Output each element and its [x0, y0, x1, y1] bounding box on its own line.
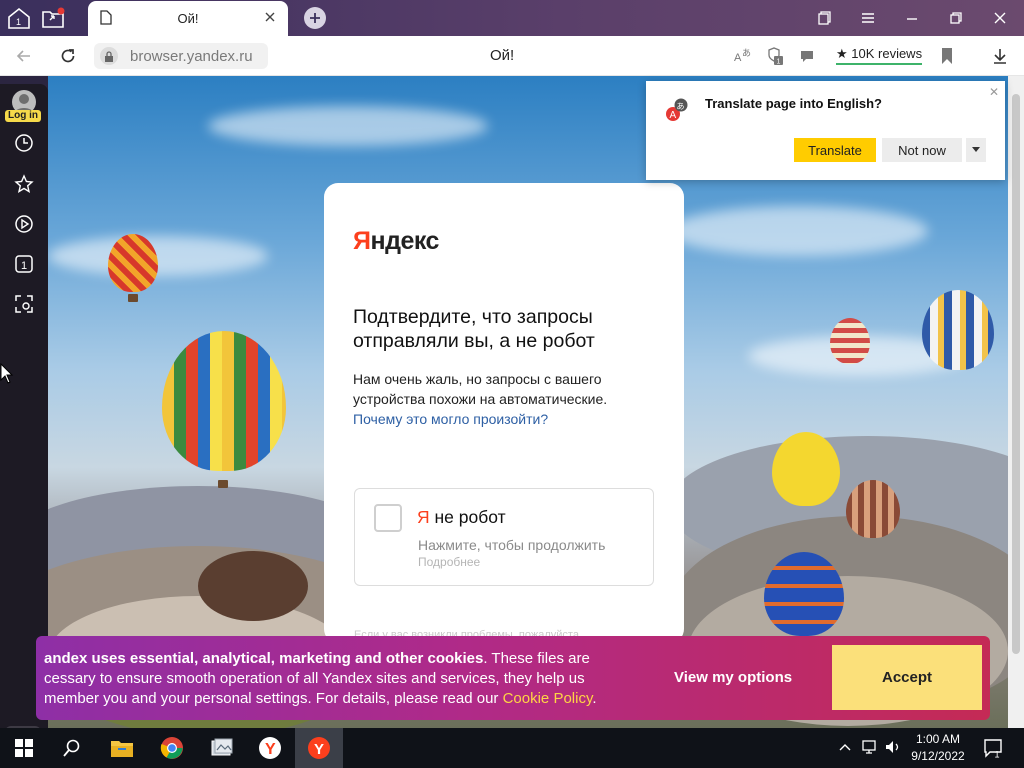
translate-options-button[interactable] — [966, 138, 986, 162]
file-explorer-icon[interactable] — [98, 728, 146, 768]
translate-button[interactable]: Translate — [794, 138, 876, 162]
balloon — [764, 552, 844, 636]
yandex-browser-icon[interactable]: Y — [295, 728, 343, 768]
tab-count-text: 1 — [21, 260, 27, 272]
chrome-icon[interactable] — [148, 728, 196, 768]
sidebar: Log in 1 — [0, 84, 48, 768]
photos-app-icon[interactable] — [198, 728, 246, 768]
svg-text:A: A — [734, 52, 742, 64]
bookmark-icon[interactable] — [936, 45, 958, 67]
not-robot-box[interactable]: Я не робот Нажмите, чтобы продолжить Под… — [354, 488, 654, 586]
translate-icon[interactable]: Aあ — [732, 45, 754, 67]
accept-button[interactable]: Accept — [832, 645, 982, 710]
svg-text:Y: Y — [265, 741, 276, 758]
tabs-count-icon[interactable]: 1 — [13, 253, 35, 275]
balloon — [108, 234, 158, 292]
svg-text:A: A — [670, 110, 677, 121]
notifications-icon[interactable]: 1 — [982, 737, 1004, 760]
balloon — [772, 432, 840, 506]
not-robot-checkbox[interactable] — [374, 504, 402, 532]
active-tab[interactable]: Ой! — [88, 1, 288, 36]
not-now-button[interactable]: Not now — [882, 138, 962, 162]
reload-icon[interactable] — [57, 45, 79, 67]
not-robot-label: Я не робот — [417, 507, 506, 527]
view-options-button[interactable]: View my options — [674, 669, 792, 686]
home-tab-icon[interactable]: 1 — [4, 4, 34, 32]
tab-bar: 1 Ой! — [0, 0, 1024, 36]
network-icon[interactable] — [861, 739, 879, 760]
protect-icon[interactable]: 1 — [764, 45, 786, 67]
star-icon[interactable] — [13, 173, 35, 195]
restore-icon[interactable] — [944, 6, 968, 30]
cookie-text: andex uses essential, analytical, market… — [44, 650, 597, 707]
page-title: Ой! — [490, 47, 515, 64]
translate-logo-icon: Aあ — [664, 97, 690, 123]
back-icon[interactable] — [13, 45, 35, 67]
tab-title: Ой! — [177, 11, 199, 26]
clock[interactable]: 1:00 AM 9/12/2022 — [906, 731, 970, 765]
balloon — [846, 480, 900, 538]
taskbar: Y Y 1:00 AM 9/12/2022 1 — [0, 728, 1024, 768]
new-tab-button[interactable] — [304, 7, 326, 29]
clock-time: 1:00 AM — [915, 732, 961, 746]
tabs-overview-icon[interactable] — [812, 6, 836, 30]
clock-date: 9/12/2022 — [911, 749, 965, 763]
tray-chevron-up-icon[interactable] — [838, 740, 852, 759]
chevron-down-icon — [972, 147, 980, 152]
notification-count: 1 — [995, 750, 1000, 760]
address-bar: browser.yandex.ru Ой! Aあ 1 ★ 10K reviews — [0, 36, 1024, 76]
svg-text:あ: あ — [742, 48, 751, 59]
yandex-logo: Яндекс — [353, 227, 439, 255]
close-icon[interactable]: ✕ — [989, 85, 999, 99]
svg-text:あ: あ — [677, 102, 685, 111]
cookie-banner: andex uses essential, analytical, market… — [36, 636, 990, 720]
svg-text:1: 1 — [16, 17, 21, 27]
balloon — [162, 331, 286, 471]
minimize-icon[interactable] — [900, 6, 924, 30]
volume-icon[interactable] — [884, 739, 902, 760]
collections-icon[interactable] — [38, 4, 68, 32]
lock-icon[interactable] — [100, 47, 118, 65]
close-window-icon[interactable] — [988, 6, 1012, 30]
screenshot-icon[interactable] — [13, 293, 35, 315]
scrollbar-thumb[interactable] — [1012, 94, 1020, 654]
history-icon[interactable] — [13, 132, 35, 154]
captcha-heading: Подтвердите, что запросы отправляли вы, … — [353, 306, 595, 352]
search-icon[interactable] — [48, 728, 96, 768]
svg-text:1: 1 — [777, 59, 781, 66]
url-text: browser.yandex.ru — [130, 48, 253, 65]
why-link[interactable]: Почему это могло произойти? — [353, 411, 548, 427]
balloon — [830, 318, 870, 364]
translate-popup: Aあ Translate page into English? ✕ Transl… — [646, 81, 1005, 180]
login-badge[interactable]: Log in — [5, 110, 41, 122]
page-scrollbar[interactable] — [1008, 76, 1024, 728]
windows-start-icon[interactable] — [0, 728, 48, 768]
captcha-description: Нам очень жаль, но запросы с вашего устр… — [353, 371, 608, 427]
cookie-policy-link[interactable]: Cookie Policy — [503, 690, 593, 707]
comments-icon[interactable] — [796, 45, 818, 67]
menu-icon[interactable] — [856, 6, 880, 30]
url-field[interactable]: browser.yandex.ru — [94, 43, 268, 69]
play-icon[interactable] — [13, 213, 35, 235]
mouse-cursor — [0, 362, 14, 390]
yandex-app-icon[interactable]: Y — [246, 728, 294, 768]
captcha-card: Яндекс Подтвердите, что запросы отправля… — [324, 183, 684, 643]
balloon — [922, 290, 994, 370]
reviews-link[interactable]: ★ 10K reviews — [836, 46, 923, 65]
not-robot-hint: Нажмите, чтобы продолжить — [418, 537, 606, 553]
translate-title: Translate page into English? — [705, 96, 882, 111]
svg-text:Y: Y — [314, 741, 324, 758]
download-icon[interactable] — [989, 45, 1011, 67]
tab-close-icon[interactable] — [262, 9, 278, 25]
more-link[interactable]: Подробнее — [418, 555, 480, 569]
